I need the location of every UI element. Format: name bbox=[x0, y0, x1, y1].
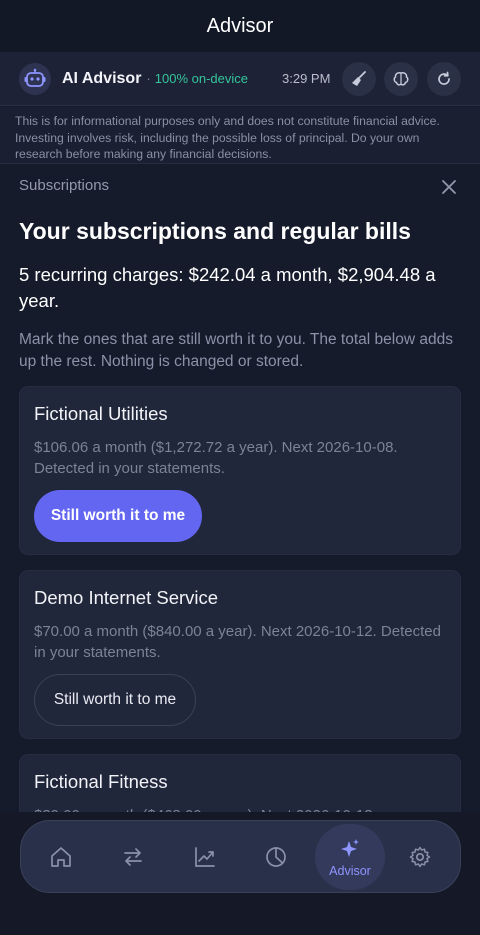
top-bar: Advisor bbox=[0, 0, 480, 52]
refresh-icon bbox=[438, 71, 450, 85]
on-device-status: 100% on-device bbox=[154, 71, 248, 86]
clear-chat-button[interactable] bbox=[342, 62, 376, 96]
worth-it-button[interactable]: Still worth it to me bbox=[34, 674, 196, 726]
nav-advisor[interactable]: Advisor bbox=[315, 824, 385, 890]
page-title: Advisor bbox=[206, 14, 274, 37]
brain-icon bbox=[393, 72, 409, 86]
subscription-card: Fictional Utilities $106.06 a month ($1,… bbox=[19, 386, 461, 555]
nav-budget[interactable] bbox=[241, 821, 311, 893]
worth-it-button[interactable]: Still worth it to me bbox=[34, 490, 202, 542]
nav-transactions[interactable] bbox=[98, 821, 168, 893]
refresh-button[interactable] bbox=[427, 62, 461, 96]
trend-icon bbox=[195, 847, 215, 867]
nav-home[interactable] bbox=[26, 821, 96, 893]
subscription-name: Fictional Utilities bbox=[34, 403, 168, 424]
home-icon bbox=[51, 847, 71, 867]
disclaimer-text: This is for informational purposes only … bbox=[0, 107, 480, 164]
recurring-summary: 5 recurring charges: $242.04 a month, $2… bbox=[19, 264, 436, 311]
panel-heading: Your subscriptions and regular bills bbox=[19, 218, 411, 244]
advisor-sparkle-icon bbox=[341, 838, 359, 857]
subscription-detail: $106.06 a month ($1,272.72 a year). Next… bbox=[34, 439, 398, 477]
settings-icon bbox=[409, 846, 431, 868]
close-icon bbox=[442, 180, 456, 194]
timestamp: 3:29 PM bbox=[282, 71, 331, 86]
subscription-card: Demo Internet Service $70.00 a month ($8… bbox=[19, 570, 461, 739]
nav-settings[interactable] bbox=[385, 821, 455, 893]
panel-explanation: Mark the ones that are still worth it to… bbox=[19, 331, 453, 370]
nav-advisor-label: Advisor bbox=[329, 863, 371, 878]
subscription-name: Demo Internet Service bbox=[34, 587, 219, 608]
advisor-name: AI Advisor bbox=[62, 69, 142, 87]
robot-icon bbox=[19, 62, 51, 95]
clear-icon bbox=[352, 71, 366, 86]
advisor-bar: AI Advisor · 100% on-device 3:29 PM bbox=[0, 52, 480, 106]
close-button[interactable] bbox=[438, 176, 460, 198]
nav-investments[interactable] bbox=[170, 821, 240, 893]
subscription-detail: $70.00 a month ($840.00 a year). Next 20… bbox=[34, 623, 441, 661]
transfer-icon bbox=[124, 848, 142, 866]
memory-button[interactable] bbox=[384, 62, 418, 96]
pie-chart-icon bbox=[266, 847, 286, 867]
bottom-navigation: Advisor bbox=[20, 820, 461, 893]
subscription-name: Fictional Fitness bbox=[34, 771, 168, 792]
panel-label: Subscriptions bbox=[19, 177, 110, 194]
separator-dot: · bbox=[146, 71, 151, 86]
